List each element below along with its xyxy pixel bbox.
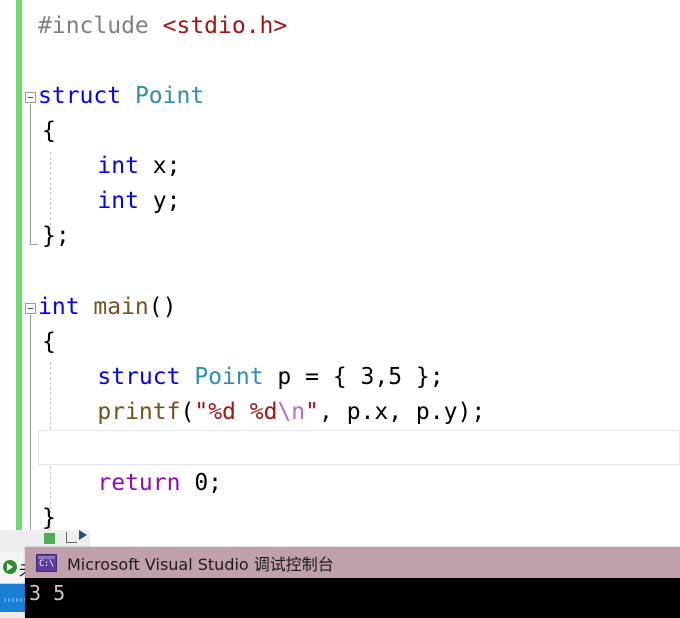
code-line-4[interactable]: int x; (0, 149, 680, 184)
stop-square-icon[interactable] (44, 533, 55, 544)
code-line-4-content: int x; (97, 153, 181, 179)
code-line-2[interactable]: struct Point (0, 79, 680, 114)
corner-bracket-icon (66, 532, 77, 543)
code-line-5-content: int y; (97, 188, 181, 214)
code-line-7[interactable] (0, 254, 680, 289)
code-line-5[interactable]: int y; (0, 184, 680, 219)
console-output-text: 3 5 (29, 581, 66, 605)
code-line-13[interactable]: return 0; (0, 466, 680, 501)
code-line-9-content: { (42, 329, 56, 355)
code-line-6-content: }; (42, 223, 70, 249)
code-line-9[interactable]: { (0, 325, 680, 360)
run-icon[interactable] (3, 560, 17, 574)
code-editor[interactable]: #include <stdio.h> struct Point { int x;… (0, 0, 680, 553)
debug-console-window[interactable]: C:\ Microsoft Visual Studio 调试控制台 3 5 (25, 547, 680, 618)
code-line-8-content: int main() (38, 294, 177, 320)
console-icon-prompt: C:\ (39, 558, 54, 569)
code-line-3-content: { (42, 118, 56, 144)
code-line-1[interactable] (0, 44, 680, 79)
code-line-3[interactable]: { (0, 114, 680, 149)
console-app-icon: C:\ (36, 553, 57, 572)
play-arrow-icon[interactable] (79, 530, 87, 540)
code-line-11-content: printf("%d %d\n", p.x, p.y); (97, 399, 486, 425)
code-line-11[interactable]: printf("%d %d\n", p.x, p.y); (0, 395, 680, 430)
console-titlebar[interactable]: C:\ Microsoft Visual Studio 调试控制台 (25, 547, 680, 578)
code-line-2-content: struct Point (38, 83, 205, 109)
code-line-13-content: return 0; (97, 470, 223, 496)
code-line-14[interactable]: } (0, 501, 680, 536)
code-line-12[interactable] (0, 430, 680, 465)
console-output-area[interactable]: 3 5 (25, 578, 680, 618)
console-window-title: Microsoft Visual Studio 调试控制台 (67, 554, 334, 574)
code-line-10[interactable]: struct Point p = { 3,5 }; (0, 360, 680, 395)
code-line-10-content: struct Point p = { 3,5 }; (97, 364, 444, 390)
code-line-8[interactable]: int main() (0, 290, 680, 325)
code-line-0[interactable]: #include <stdio.h> (0, 9, 680, 44)
code-line-6[interactable]: }; (0, 219, 680, 254)
code-line-0-content: #include <stdio.h> (38, 13, 288, 39)
